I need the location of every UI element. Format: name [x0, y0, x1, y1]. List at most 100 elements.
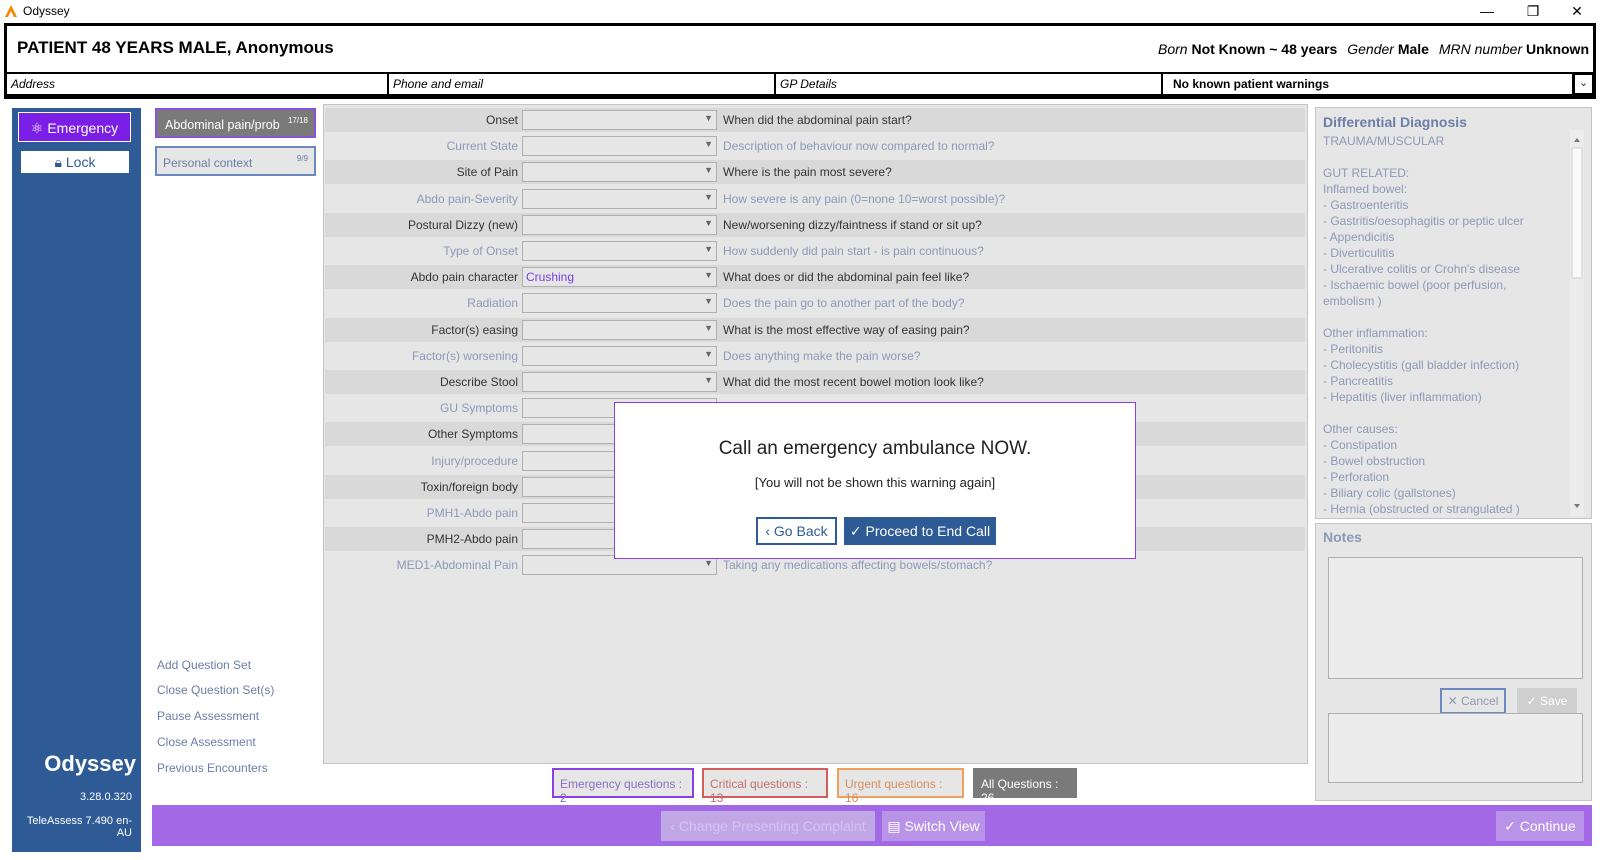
answer-value: Crushing: [526, 270, 575, 284]
question-label: Factor(s) easing: [431, 323, 518, 337]
patient-header: PATIENT 48 YEARS MALE, Anonymous Born No…: [4, 23, 1596, 99]
window-titlebar: Odyssey — ❐ ✕: [0, 0, 1600, 22]
alarm-icon: ⚛: [30, 120, 44, 136]
critical-questions-badge[interactable]: Critical questions : 13: [702, 768, 828, 805]
differential-line: - Hepatitis (liver inflammation): [1323, 390, 1482, 404]
question-answer-select[interactable]: ▼: [522, 346, 717, 366]
question-label: Describe Stool: [439, 375, 518, 389]
proceed-label: Proceed to End Call: [865, 523, 991, 539]
check-icon: ✓: [1504, 818, 1516, 834]
pause-assessment-link[interactable]: Pause Assessment: [157, 709, 259, 723]
emergency-questions-badge[interactable]: Emergency questions : 2: [552, 768, 694, 805]
differential-line: - Gastroenteritis: [1323, 198, 1409, 212]
close-assessment-link[interactable]: Close Assessment: [157, 735, 256, 749]
change-label: Change Presenting Complaint: [678, 818, 866, 834]
differential-line: - Hernia (obstructed or strangulated ): [1323, 502, 1520, 516]
differential-line: - Appendicitis: [1323, 230, 1395, 244]
question-set-personal-context[interactable]: Personal context 9/9: [155, 146, 316, 176]
lock-icon: 🔒︎: [54, 154, 62, 170]
differential-line: - Gastritis/oesophagitis or peptic ulcer: [1323, 214, 1524, 228]
question-description: What does or did the abdominal pain feel…: [723, 270, 970, 284]
question-set-count: 17/18: [287, 116, 308, 125]
chevron-down-icon: ▼: [704, 113, 713, 123]
notes-save-button[interactable]: ✓ Save: [1517, 688, 1577, 714]
emergency-button[interactable]: ⚛ Emergency: [18, 112, 131, 142]
urgent-questions-badge[interactable]: Urgent questions : 16: [837, 768, 964, 805]
question-description: Where is the pain most severe?: [723, 165, 892, 179]
differential-line: - Ischaemic bowel (poor perfusion,: [1323, 278, 1507, 292]
go-back-button[interactable]: ‹ Go Back: [756, 517, 837, 545]
question-answer-select[interactable]: ▼: [522, 189, 717, 209]
differential-line: Other inflammation:: [1323, 326, 1428, 340]
notes-cancel-button[interactable]: ✕ Cancel: [1440, 688, 1506, 714]
chevron-down-icon: ▼: [704, 296, 713, 306]
switch-view-button[interactable]: ▤ Switch View: [882, 811, 985, 841]
gender-value: Male: [1397, 41, 1429, 57]
chevron-left-icon: ‹: [670, 818, 675, 834]
add-question-set-link[interactable]: Add Question Set: [157, 658, 251, 672]
question-answer-select[interactable]: ▼: [522, 293, 717, 313]
question-answer-select[interactable]: ▼: [522, 110, 717, 130]
question-answer-select[interactable]: ▼: [522, 320, 717, 340]
chevron-down-icon[interactable]: ⌄: [1574, 74, 1593, 94]
mrn-label: MRN number: [1438, 41, 1523, 57]
question-label: GU Symptoms: [439, 401, 518, 415]
check-icon: ✓: [1526, 694, 1537, 708]
question-label: Postural Dizzy (new): [407, 218, 518, 232]
chevron-down-icon: ▼: [704, 349, 713, 359]
question-row: Abdo pain character Crushing ▼ What does or…: [325, 265, 1305, 289]
chevron-down-icon: ▼: [704, 270, 713, 280]
question-answer-select[interactable]: ▼: [522, 162, 717, 182]
question-row: Current State ▼ Description of behaviour n…: [325, 134, 1305, 158]
differential-scrollbar[interactable]: [1570, 130, 1584, 516]
chevron-down-icon: ▼: [704, 165, 713, 175]
emergency-label: Emergency: [47, 120, 119, 136]
question-answer-select[interactable]: ▼: [522, 241, 717, 261]
question-label: Injury/procedure: [431, 454, 518, 468]
bottom-bar: ‹ Change Presenting Complaint ▤ Switch V…: [152, 805, 1592, 846]
cancel-label: Cancel: [1461, 694, 1499, 708]
notes-history: [1328, 713, 1583, 783]
question-label: Other Symptoms: [427, 427, 518, 441]
close-icon: ✕: [1447, 694, 1458, 708]
differential-line: - Constipation: [1323, 438, 1398, 452]
born-label: Born: [1158, 41, 1188, 57]
notes-input[interactable]: [1328, 557, 1583, 679]
lock-label: Lock: [65, 154, 96, 170]
switch-label: Switch View: [904, 818, 980, 834]
question-row: Site of Pain ▼ Where is the pain most seve…: [325, 160, 1305, 184]
differential-line: - Biliary colic (gallstones): [1323, 486, 1456, 500]
question-set-count: 9/9: [296, 154, 308, 163]
chevron-down-icon: ▼: [704, 218, 713, 228]
all-questions-badge[interactable]: All Questions : 26: [973, 768, 1077, 805]
patient-banner: PATIENT 48 YEARS MALE, Anonymous Born No…: [7, 26, 1593, 72]
question-answer-select[interactable]: ▼: [522, 372, 717, 392]
proceed-end-call-button[interactable]: ✓ Proceed to End Call: [844, 517, 996, 545]
go-back-label: Go Back: [773, 523, 828, 539]
question-row: Factor(s) worsening ▼ Does anything make t…: [325, 344, 1305, 368]
differential-line: - Pancreatitis: [1323, 374, 1394, 388]
address-field[interactable]: Address: [7, 74, 387, 94]
minimize-icon[interactable]: —: [1467, 0, 1507, 22]
lock-button[interactable]: 🔒︎ Lock: [20, 150, 130, 174]
patient-warnings: No known patient warnings: [1163, 74, 1572, 94]
question-answer-select[interactable]: ▼: [522, 215, 717, 235]
previous-encounters-link[interactable]: Previous Encounters: [157, 761, 268, 775]
close-icon[interactable]: ✕: [1557, 0, 1597, 22]
question-label: MED1-Abdominal Pain: [396, 558, 518, 572]
close-question-sets-link[interactable]: Close Question Set(s): [157, 683, 274, 697]
continue-button[interactable]: ✓ Continue: [1496, 811, 1584, 841]
question-answer-select[interactable]: Crushing ▼: [522, 267, 717, 287]
question-answer-select[interactable]: ▼: [522, 136, 717, 156]
differential-line: - Peritonitis: [1323, 342, 1384, 356]
question-set-abdominal-pain[interactable]: Abdominal pain/prob 17/18: [155, 108, 316, 138]
phone-field[interactable]: Phone and email: [389, 74, 774, 94]
change-presenting-complaint-button[interactable]: ‹ Change Presenting Complaint: [661, 811, 875, 841]
chevron-down-icon: ▼: [704, 323, 713, 333]
differential-line: [1323, 309, 1568, 325]
gp-details-field[interactable]: GP Details: [776, 74, 1161, 94]
patient-info: Born Not Known ~ 48 years Gender Male MR…: [1158, 41, 1589, 57]
question-set-label: Personal context: [163, 156, 253, 170]
restore-icon[interactable]: ❐: [1513, 0, 1553, 22]
differential-panel: Differential Diagnosis TRAUMA/MUSCULAR GU…: [1315, 107, 1592, 519]
